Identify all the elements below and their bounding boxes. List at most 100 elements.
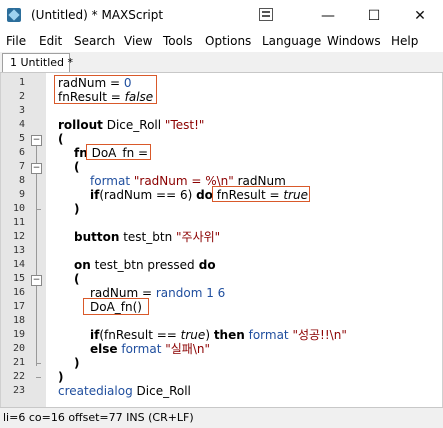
token: "Test!" [164, 118, 205, 132]
token: ) [58, 370, 64, 384]
window-snap-icon[interactable] [259, 8, 273, 21]
token: button [74, 230, 120, 244]
line-number: 2 [18, 91, 25, 102]
highlight-box-fnresult-true [212, 186, 310, 202]
token: do [194, 258, 216, 272]
token: do [196, 188, 213, 202]
menu-view[interactable]: View [124, 34, 152, 48]
close-button[interactable]: ✕ [397, 0, 443, 32]
token: createdialog [58, 384, 133, 398]
token: pressed [147, 258, 195, 272]
line-number: 12 [12, 231, 25, 242]
token: test_btn [119, 230, 177, 244]
tab-untitled[interactable]: 1 Untitled * [2, 53, 73, 72]
fold-toggle-icon[interactable]: − [31, 275, 42, 286]
token: Dice_Roll [132, 384, 191, 398]
token: ) [205, 328, 214, 342]
line-number: 3 [18, 105, 25, 116]
line-number: 23 [12, 385, 25, 396]
fold-end-marker [36, 209, 41, 210]
token: ) [74, 202, 80, 216]
token: if [90, 188, 100, 202]
line-number: 20 [12, 343, 25, 354]
line-number: 21 [12, 357, 25, 368]
token: else [90, 342, 118, 356]
line-number: 17 [12, 301, 25, 312]
menu-tools[interactable]: Tools [163, 34, 193, 48]
code-line-4: rollout Dice_Roll "Test!" [58, 118, 204, 132]
highlight-box-globals [54, 75, 157, 104]
fold-toggle-icon[interactable]: − [31, 163, 42, 174]
code-line-20: else format "실패\n" [90, 342, 210, 356]
menu-language[interactable]: Language [262, 34, 321, 48]
token: format [90, 174, 131, 188]
highlight-box-fn-decl [86, 144, 151, 160]
menu-edit[interactable]: Edit [39, 34, 62, 48]
menu-search[interactable]: Search [74, 34, 115, 48]
token: "주사위" [176, 230, 221, 244]
line-number: 1 [18, 77, 25, 88]
token: rollout [58, 118, 103, 132]
line-number: 14 [12, 259, 25, 270]
line-number: 5 [18, 133, 25, 144]
status-bar: li=6 co=16 offset=77 INS (CR+LF) [0, 407, 443, 428]
code-line-21: ) [74, 356, 79, 370]
fold-end-marker [36, 363, 41, 364]
token: random 1 6 [155, 286, 226, 300]
maximize-button[interactable]: ☐ [351, 0, 397, 32]
line-number: 22 [12, 371, 25, 382]
line-number: 19 [12, 329, 25, 340]
line-number: 11 [12, 217, 25, 228]
token: (radNum == 6) [99, 188, 197, 202]
code-line-10: ) [74, 202, 79, 216]
line-number: 7 [18, 161, 25, 172]
line-number: 4 [18, 119, 25, 130]
window-title: (Untitled) * MAXScript [31, 8, 164, 22]
fold-end-marker [36, 377, 41, 378]
token: then [213, 328, 245, 342]
code-line-14: on test_btn pressed do [74, 258, 216, 272]
token: ( [74, 160, 80, 174]
fold-guide [36, 146, 37, 366]
line-number: 10 [12, 203, 25, 214]
token: if [90, 328, 100, 342]
line-number: 6 [18, 147, 25, 158]
code-line-15: ( [74, 272, 79, 286]
code-editor[interactable]: 1 2 3 4 5 6 7 8 9 10 11 12 13 14 15 16 1… [0, 73, 443, 407]
menu-windows[interactable]: Windows [327, 34, 381, 48]
line-number: 18 [12, 315, 25, 326]
token: ( [74, 272, 80, 286]
line-number-gutter: 1 2 3 4 5 6 7 8 9 10 11 12 13 14 15 16 1… [1, 73, 46, 407]
minimize-button[interactable]: — [305, 0, 351, 32]
line-number: 16 [12, 287, 25, 298]
token: Dice_Roll [102, 118, 165, 132]
code-line-5: ( [58, 132, 63, 146]
highlight-box-fn-call [83, 298, 149, 315]
code-line-7: ( [74, 160, 79, 174]
fold-toggle-icon[interactable]: − [31, 135, 42, 146]
line-number: 13 [12, 245, 25, 256]
token: on [74, 258, 91, 272]
token: "실패\n" [165, 342, 210, 356]
line-number: 15 [12, 273, 25, 284]
menu-options[interactable]: Options [205, 34, 251, 48]
menu-file[interactable]: File [6, 34, 26, 48]
line-number: 9 [18, 189, 25, 200]
code-line-12: button test_btn "주사위" [74, 230, 220, 244]
token: ) [74, 356, 80, 370]
token: ( [58, 132, 64, 146]
token: true [180, 328, 206, 342]
menu-help[interactable]: Help [391, 34, 418, 48]
maxscript-app-icon [7, 8, 21, 22]
menu-bar: File Edit Search View Tools Options Lang… [0, 32, 443, 52]
token: format [117, 342, 166, 356]
code-line-19: if(fnResult == true) then format "성공!!\n… [90, 328, 347, 342]
document-tab-strip: 1 Untitled * [0, 52, 443, 73]
token: format [244, 328, 293, 342]
title-bar: (Untitled) * MAXScript — ☐ ✕ [0, 0, 443, 32]
token: test_btn [90, 258, 148, 272]
code-line-23: createdialog Dice_Roll [58, 384, 191, 398]
line-number: 8 [18, 175, 25, 186]
token: "성공!!\n" [292, 328, 347, 342]
token: (fnResult == [99, 328, 181, 342]
